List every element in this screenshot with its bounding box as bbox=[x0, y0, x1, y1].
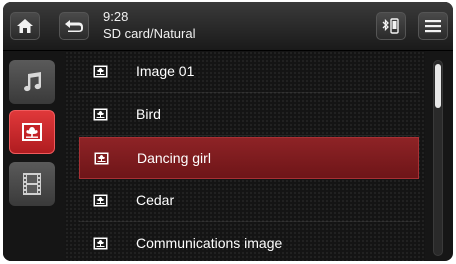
image-file-icon bbox=[93, 65, 108, 78]
hamburger-menu-icon bbox=[425, 20, 441, 33]
sidebar-item-music[interactable] bbox=[9, 60, 55, 104]
film-icon bbox=[23, 173, 41, 195]
image-file-icon bbox=[93, 108, 108, 121]
back-arrow-icon bbox=[65, 20, 83, 32]
list-item-selected[interactable]: Dancing girl bbox=[79, 137, 419, 179]
menu-button[interactable] bbox=[418, 12, 448, 40]
scrollbar-thumb[interactable] bbox=[435, 64, 441, 108]
list-item-label: Dancing girl bbox=[137, 150, 211, 166]
music-note-icon bbox=[24, 72, 42, 92]
image-file-icon bbox=[93, 237, 108, 250]
list-item-label: Image 01 bbox=[136, 63, 195, 79]
sidebar-item-video[interactable] bbox=[9, 162, 55, 206]
list-item[interactable]: Communications image bbox=[79, 223, 419, 261]
home-icon bbox=[17, 19, 33, 33]
bluetooth-phone-icon bbox=[382, 18, 399, 34]
back-button[interactable] bbox=[59, 12, 89, 40]
top-bar: 9:28 SD card/Natural bbox=[3, 2, 453, 51]
list-item-label: Cedar bbox=[136, 192, 175, 208]
bluetooth-phone-button[interactable] bbox=[376, 12, 406, 40]
screen: 9:28 SD card/Natural Image 01 Bird Danci… bbox=[3, 2, 453, 261]
home-button[interactable] bbox=[10, 12, 40, 40]
list-scrollbar[interactable] bbox=[433, 60, 443, 256]
list-item[interactable]: Cedar bbox=[79, 180, 419, 222]
list-item[interactable]: Image 01 bbox=[79, 51, 419, 93]
photo-list: Image 01 Bird Dancing girl Cedar Communi… bbox=[65, 51, 425, 261]
source-sidebar bbox=[3, 51, 65, 261]
clock-time: 9:28 bbox=[103, 9, 129, 24]
image-file-icon bbox=[93, 194, 108, 207]
list-item[interactable]: Bird bbox=[79, 94, 419, 136]
list-item-label: Communications image bbox=[136, 235, 283, 251]
folder-path: SD card/Natural bbox=[103, 26, 196, 41]
list-item-label: Bird bbox=[136, 106, 161, 122]
photo-icon bbox=[22, 123, 42, 141]
sidebar-item-photo[interactable] bbox=[9, 110, 55, 154]
image-file-icon bbox=[94, 152, 109, 165]
